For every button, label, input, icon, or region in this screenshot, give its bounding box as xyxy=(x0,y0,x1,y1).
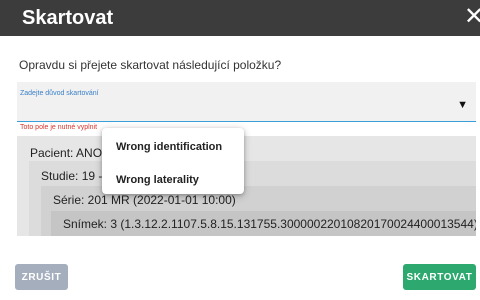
cancel-button[interactable]: ZRUŠIT xyxy=(15,264,68,290)
dialog-titlebar: Skartovat ✕ xyxy=(0,0,480,36)
reason-dropdown-menu: Wrong identification Wrong laterality xyxy=(102,128,244,194)
dialog-title: Skartovat xyxy=(22,7,114,29)
reason-select-label: Zadejte důvod skartování xyxy=(20,90,99,97)
menu-item-wrong-identification[interactable]: Wrong identification xyxy=(116,141,222,153)
dropdown-arrow-icon[interactable]: ▼ xyxy=(457,99,468,111)
image-label: Snímek: 3 (1.3.12.2.1107.5.8.15.131755.3… xyxy=(63,217,476,231)
series-label: Série: 201 MR (2022-01-01 10:00) xyxy=(53,193,236,207)
item-tree: Pacient: ANON Studie: 19 - M Série: 201 … xyxy=(17,136,476,236)
tree-node-patient: Pacient: ANON Studie: 19 - M Série: 201 … xyxy=(17,136,476,236)
tree-node-study: Studie: 19 - M Série: 201 MR (2022-01-01… xyxy=(29,161,476,236)
required-field-error: Toto pole je nutné vyplnit xyxy=(20,124,98,131)
reason-select[interactable]: Zadejte důvod skartování ▼ xyxy=(17,82,476,122)
confirmation-question: Opravdu si přejete skartovat následující… xyxy=(19,58,282,72)
shred-button[interactable]: SKARTOVAT xyxy=(403,264,476,290)
patient-label: Pacient: ANON xyxy=(30,146,111,160)
close-icon[interactable]: ✕ xyxy=(464,4,480,30)
tree-node-image: Snímek: 3 (1.3.12.2.1107.5.8.15.131755.3… xyxy=(51,211,476,236)
menu-item-wrong-laterality[interactable]: Wrong laterality xyxy=(116,174,199,186)
